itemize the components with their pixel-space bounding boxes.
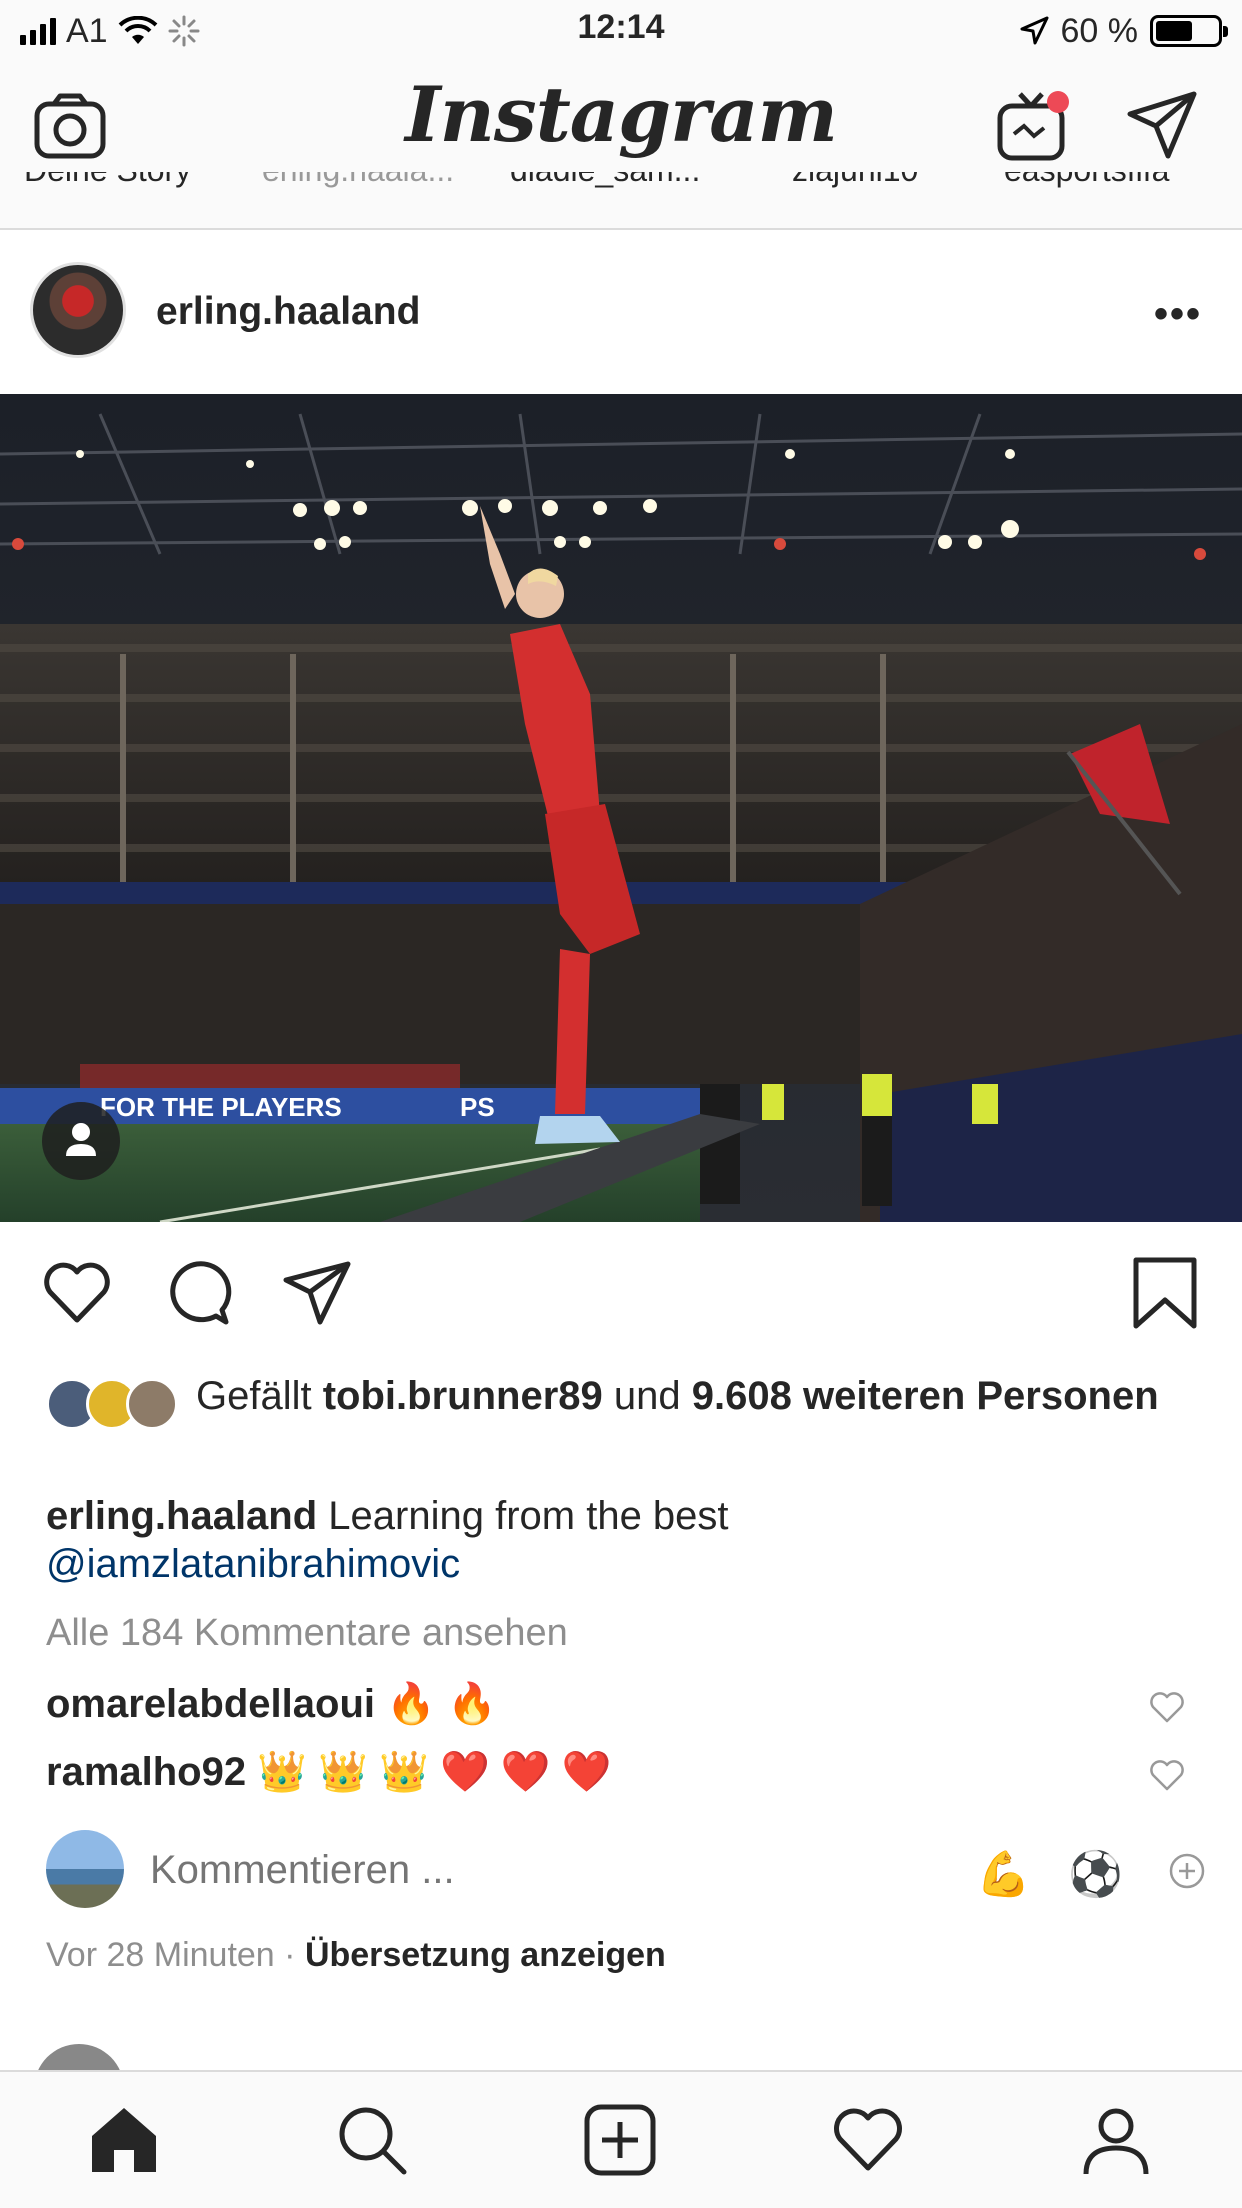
post-timestamp: Vor 28 Minuten · Übersetzung anzeigen bbox=[46, 1936, 666, 1975]
comment-text: 🔥 🔥 bbox=[386, 1682, 497, 1726]
share-icon[interactable] bbox=[280, 1256, 354, 1330]
status-bar: A1 12:14 60 % bbox=[0, 0, 1242, 62]
post-caption: erling.haaland Learning from the best @i… bbox=[46, 1492, 1196, 1588]
view-all-comments-link[interactable]: Alle 184 Kommentare ansehen bbox=[46, 1612, 568, 1655]
direct-message-icon[interactable] bbox=[1124, 88, 1200, 164]
likes-prefix: Gefällt bbox=[196, 1374, 312, 1418]
svg-text:PS: PS bbox=[460, 1092, 495, 1122]
story-item[interactable]: erling.haala... bbox=[262, 172, 454, 189]
stadium-photo: FOR THE PLAYERS PS bbox=[0, 394, 1242, 1222]
caption-mention[interactable]: @iamzlatanibrahimovic bbox=[46, 1542, 460, 1586]
igtv-notification-dot bbox=[1047, 91, 1069, 113]
comment-like-heart-icon[interactable] bbox=[1148, 1688, 1186, 1726]
person-icon bbox=[66, 1123, 96, 1156]
bottom-tab-bar bbox=[0, 2070, 1242, 2208]
story-item[interactable]: ziajuni10 bbox=[792, 172, 918, 189]
home-icon[interactable] bbox=[86, 2102, 162, 2178]
like-heart-icon[interactable] bbox=[40, 1256, 114, 1330]
post-author-avatar[interactable] bbox=[30, 262, 126, 358]
add-comment-row: 💪 ⚽ bbox=[46, 1830, 1216, 1910]
add-post-icon[interactable] bbox=[582, 2102, 658, 2178]
igtv-icon[interactable] bbox=[996, 88, 1072, 164]
liker-username[interactable]: tobi.brunner89 bbox=[323, 1374, 603, 1418]
caption-username[interactable]: erling.haaland bbox=[46, 1494, 317, 1538]
post-photo[interactable]: FOR THE PLAYERS PS bbox=[0, 394, 1242, 1222]
timestamp-separator: · bbox=[284, 1936, 296, 1974]
battery-percent: 60 % bbox=[1060, 11, 1139, 50]
more-options-icon[interactable]: ••• bbox=[1154, 292, 1202, 337]
comment-username[interactable]: ramalho92 bbox=[46, 1750, 246, 1794]
comment-icon[interactable] bbox=[160, 1256, 234, 1330]
comment-row: ramalho92 👑 👑 👑 ❤️ ❤️ ❤️ bbox=[46, 1748, 1196, 1804]
save-bookmark-icon[interactable] bbox=[1128, 1256, 1202, 1330]
activity-heart-icon[interactable] bbox=[830, 2102, 906, 2178]
add-emoji-plus-icon[interactable] bbox=[1168, 1852, 1206, 1890]
quick-emoji-button[interactable]: 💪 bbox=[976, 1848, 1031, 1900]
post-header: erling.haaland ••• bbox=[0, 232, 1242, 394]
status-right: 60 % bbox=[1019, 10, 1228, 52]
post-actions bbox=[0, 1222, 1242, 1362]
comment-input[interactable] bbox=[150, 1848, 850, 1893]
quick-emoji-button[interactable]: ⚽ bbox=[1068, 1848, 1123, 1900]
liker-avatars bbox=[46, 1378, 178, 1434]
stories-tray[interactable]: Deine Story erling.haala... diadie_sam..… bbox=[0, 172, 1242, 230]
tagged-people-button[interactable] bbox=[42, 1102, 120, 1180]
battery-fill bbox=[1156, 21, 1192, 41]
search-icon[interactable] bbox=[334, 2102, 410, 2178]
likes-count[interactable]: 9.608 weiteren Personen bbox=[692, 1374, 1159, 1418]
story-item[interactable]: diadie_sam... bbox=[510, 172, 700, 189]
likes-row[interactable]: Gefällt tobi.brunner89 und 9.608 weitere… bbox=[46, 1368, 1216, 1468]
comment-text: 👑 👑 👑 ❤️ ❤️ ❤️ bbox=[257, 1750, 612, 1794]
profile-icon[interactable] bbox=[1078, 2102, 1154, 2178]
post-author-username[interactable]: erling.haaland bbox=[156, 290, 420, 334]
story-item[interactable]: easportsfifa bbox=[1004, 172, 1169, 189]
location-arrow-icon bbox=[1020, 16, 1048, 45]
comment-row: omarelabdellaoui 🔥 🔥 bbox=[46, 1680, 1196, 1736]
likes-joiner: und bbox=[613, 1374, 681, 1418]
story-item-own[interactable]: Deine Story bbox=[24, 172, 191, 189]
caption-text: Learning from the best bbox=[328, 1494, 729, 1538]
time-ago: Vor 28 Minuten bbox=[46, 1936, 275, 1974]
comment-like-heart-icon[interactable] bbox=[1148, 1756, 1186, 1794]
liker-avatar bbox=[126, 1378, 178, 1430]
comment-username[interactable]: omarelabdellaoui bbox=[46, 1682, 375, 1726]
current-user-avatar bbox=[46, 1830, 124, 1908]
likes-text: Gefällt tobi.brunner89 und 9.608 weitere… bbox=[196, 1372, 1196, 1420]
show-translation-link[interactable]: Übersetzung anzeigen bbox=[305, 1936, 666, 1974]
battery-icon bbox=[1150, 15, 1228, 47]
svg-text:FOR THE PLAYERS: FOR THE PLAYERS bbox=[100, 1092, 342, 1122]
